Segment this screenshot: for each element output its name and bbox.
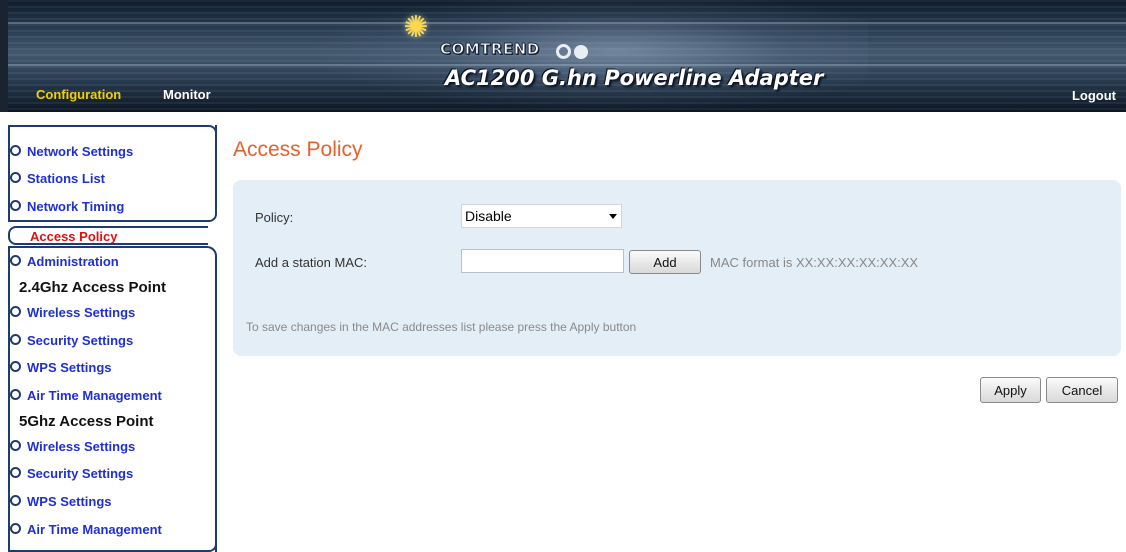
sidebar-item-label: Wireless Settings — [27, 305, 136, 320]
apply-button[interactable]: Apply — [980, 377, 1041, 403]
sidebar-item-5-air-time-management[interactable]: Air Time Management — [10, 522, 162, 537]
bullet-icon — [10, 467, 21, 478]
mac-input[interactable] — [461, 249, 624, 273]
policy-select[interactable]: Disable — [461, 204, 622, 228]
logout-link[interactable]: Logout — [1072, 88, 1116, 103]
comtrend-logo: ✺ COMTREND — [396, 6, 656, 66]
bullet-icon — [10, 523, 21, 534]
bullet-icon — [10, 172, 21, 183]
bullet-icon — [10, 495, 21, 506]
bullet-icon — [10, 306, 21, 317]
sidebar-item-label: Air Time Management — [27, 388, 162, 403]
sidebar-item-5-wps-settings[interactable]: WPS Settings — [10, 494, 112, 509]
sidebar-item-label: Access Policy — [30, 229, 118, 244]
sidebar-item-label: WPS Settings — [27, 494, 112, 509]
sidebar-item-network-timing[interactable]: Network Timing — [10, 199, 124, 214]
sidebar-item-label: WPS Settings — [27, 360, 112, 375]
sidebar-item-access-policy[interactable]: Access Policy — [8, 226, 208, 245]
nav-monitor[interactable]: Monitor — [163, 87, 211, 102]
chevron-down-icon — [609, 214, 617, 219]
sidebar-item-24-security-settings[interactable]: Security Settings — [10, 333, 133, 348]
mac-format-hint: MAC format is XX:XX:XX:XX:XX:XX — [710, 255, 919, 270]
nav-configuration[interactable]: Configuration — [36, 87, 121, 102]
sidebar-item-label: Stations List — [27, 171, 106, 186]
sidebar-item-label: Network Settings — [27, 144, 134, 159]
product-title: AC1200 G.hn Powerline Adapter — [445, 66, 824, 90]
bullet-icon — [10, 361, 21, 372]
starburst-icon: ✺ — [403, 11, 429, 44]
sidebar-item-network-settings[interactable]: Network Settings — [10, 144, 133, 159]
sidebar-item-24-wps-settings[interactable]: WPS Settings — [10, 360, 112, 375]
sidebar-item-5-security-settings[interactable]: Security Settings — [10, 466, 133, 481]
add-button[interactable]: Add — [629, 250, 701, 274]
sidebar-item-label: Security Settings — [27, 466, 134, 481]
sidebar-item-label: Air Time Management — [27, 522, 162, 537]
sidebar-item-5-wireless-settings[interactable]: Wireless Settings — [10, 439, 135, 454]
logo-text: COMTREND — [440, 40, 540, 59]
sidebar-item-stations-list[interactable]: Stations List — [10, 171, 105, 186]
cancel-button[interactable]: Cancel — [1046, 377, 1118, 403]
sidebar-item-label: Network Timing — [27, 199, 125, 214]
sidebar-item-label: Administration — [27, 254, 119, 269]
logo-circles-icon — [556, 43, 591, 61]
bullet-icon — [10, 334, 21, 345]
bullet-icon — [10, 440, 21, 451]
policy-select-value: Disable — [465, 208, 512, 224]
save-note: To save changes in the MAC addresses lis… — [246, 320, 637, 334]
sidebar-item-24-air-time-management[interactable]: Air Time Management — [10, 388, 162, 403]
bullet-icon — [10, 200, 21, 211]
bullet-icon — [10, 255, 21, 266]
header-banner: ✺ COMTREND AC1200 G.hn Powerline Adapter… — [0, 0, 1126, 112]
sidebar-item-24-wireless-settings[interactable]: Wireless Settings — [10, 305, 135, 320]
sidebar-heading-5ghz: 5Ghz Access Point — [19, 413, 154, 430]
mac-label: Add a station MAC: — [255, 255, 367, 270]
page-title: Access Policy — [233, 138, 363, 161]
bullet-icon — [10, 145, 21, 156]
sidebar-item-label: Wireless Settings — [27, 439, 136, 454]
sidebar-item-label: Security Settings — [27, 333, 134, 348]
sidebar-item-administration[interactable]: Administration — [10, 254, 119, 269]
policy-label: Policy: — [255, 210, 294, 225]
bullet-icon — [10, 389, 21, 400]
sidebar-heading-24ghz: 2.4Ghz Access Point — [19, 279, 166, 296]
